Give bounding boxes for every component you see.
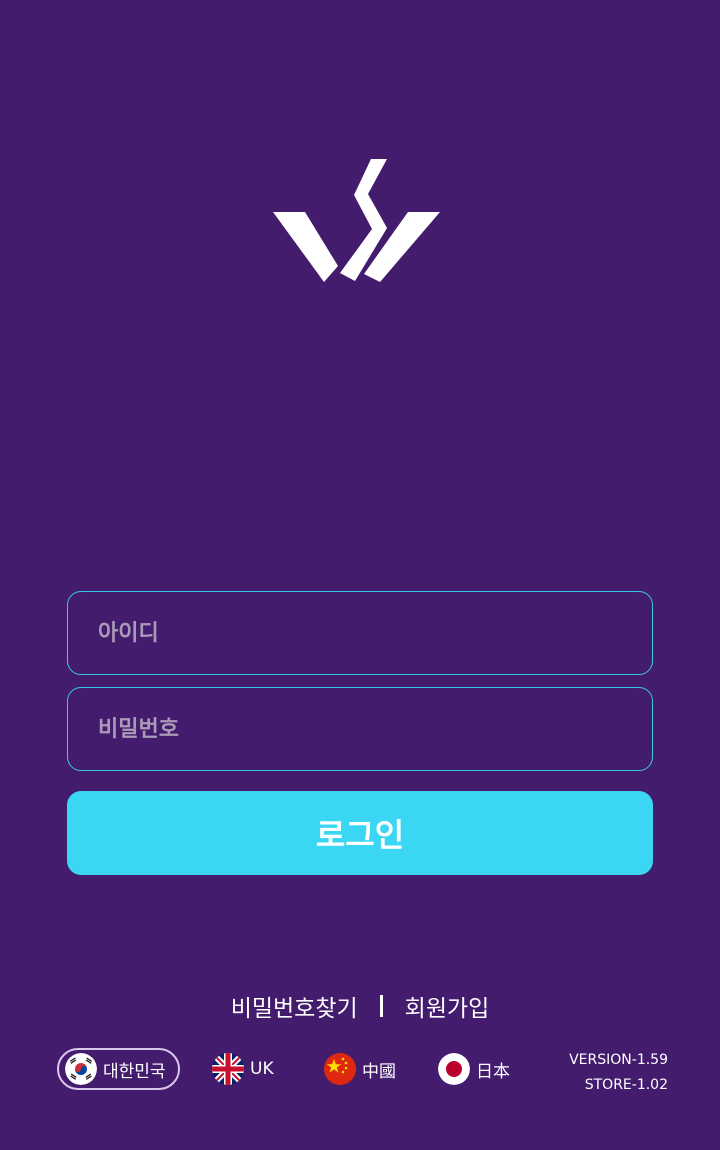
store-version: STORE-1.02 bbox=[584, 1077, 668, 1093]
version-info: VERSION-1.59 STORE-1.02 bbox=[569, 1048, 668, 1098]
password-input[interactable] bbox=[68, 688, 652, 770]
language-label: 日本 bbox=[476, 1061, 510, 1082]
china-flag-icon bbox=[324, 1053, 356, 1085]
korea-flag-icon bbox=[65, 1053, 97, 1085]
signup-link[interactable]: 회원가입 bbox=[405, 989, 490, 1023]
language-option-chinese[interactable]: 中國 bbox=[324, 1048, 396, 1090]
language-option-korean[interactable]: 대한민국 bbox=[57, 1048, 180, 1090]
japan-flag-icon bbox=[438, 1053, 470, 1085]
language-option-japanese[interactable]: 日本 bbox=[438, 1048, 510, 1090]
language-option-uk[interactable]: UK bbox=[212, 1048, 274, 1090]
uk-flag-icon bbox=[212, 1053, 244, 1085]
app-version: VERSION-1.59 bbox=[569, 1052, 668, 1068]
link-divider bbox=[379, 995, 383, 1017]
id-input[interactable] bbox=[68, 592, 652, 674]
password-field-container bbox=[67, 687, 653, 771]
find-password-link[interactable]: 비밀번호찾기 bbox=[231, 989, 358, 1023]
id-field-container bbox=[67, 591, 653, 675]
login-button[interactable]: 로그인 bbox=[67, 791, 653, 875]
language-label: 대한민국 bbox=[103, 1061, 166, 1082]
account-links: 비밀번호찾기 회원가입 bbox=[0, 988, 720, 1024]
language-label: UK bbox=[250, 1059, 274, 1079]
language-label: 中國 bbox=[362, 1061, 396, 1082]
brand-logo-icon bbox=[273, 159, 440, 282]
